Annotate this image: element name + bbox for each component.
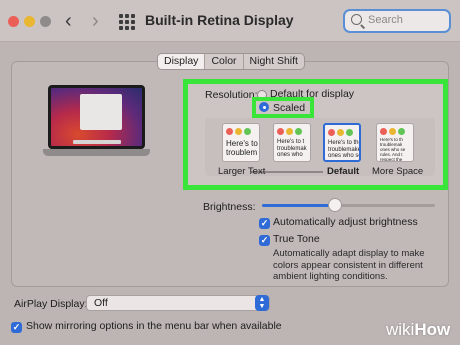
mirroring-checkbox[interactable]: ✓ [11, 322, 22, 333]
search-icon [351, 14, 362, 25]
laptop-window-preview [80, 94, 122, 130]
tab-color[interactable]: Color [204, 54, 242, 69]
title-bar: ‹ › Built-in Retina Display Search [0, 0, 460, 42]
mirroring-label[interactable]: Show mirroring options in the menu bar w… [26, 320, 282, 332]
scale-option-default[interactable]: Here's to the troublemakers ones who see… [323, 123, 361, 162]
scale-option-larger-text[interactable]: Here's to t troublem [222, 123, 260, 162]
search-placeholder: Search [368, 14, 403, 26]
airplay-display-value: Off [94, 297, 108, 309]
true-tone-description: Automatically adapt display to make colo… [273, 248, 425, 282]
brightness-label: Brightness: [203, 201, 256, 213]
scale-label-larger-text: Larger Text [218, 166, 266, 177]
true-tone-label[interactable]: True Tone [273, 233, 320, 245]
true-tone-checkbox[interactable]: ✓ [259, 235, 270, 246]
search-field[interactable]: Search [343, 9, 451, 33]
select-stepper-icon: ▲ ▼ [255, 295, 269, 311]
resolution-label: Resolution: [205, 89, 258, 101]
minimize-window-button[interactable] [24, 16, 35, 27]
window-title: Built-in Retina Display [145, 12, 294, 28]
scaled-label[interactable]: Scaled [273, 102, 305, 114]
window-controls-icon [328, 129, 353, 136]
scale-label-more-space: More Space [372, 166, 424, 177]
scale-preview-text: Here's to t troublemak ones who [277, 139, 307, 158]
scale-option-2[interactable]: Here's to t troublemak ones who [273, 123, 311, 162]
scale-preview-text: Here's to th troublemak ones who se rule… [380, 137, 406, 162]
window-controls-icon [277, 128, 302, 135]
scale-preview-text: Here's to t troublem [226, 139, 258, 157]
scale-preview-text: Here's to the troublemakers ones who see… [328, 140, 361, 160]
grid-icon[interactable] [119, 14, 135, 30]
tab-night-shift[interactable]: Night Shift [242, 54, 304, 69]
chevron-left-icon[interactable]: ‹ [65, 9, 72, 33]
airplay-display-select[interactable]: Off ▲ ▼ [86, 295, 270, 311]
laptop-base [43, 149, 150, 156]
window-controls-icon [380, 128, 405, 135]
wikihow-watermark: wikiHow [386, 320, 451, 339]
zoom-window-button[interactable] [40, 16, 51, 27]
radio-scaled[interactable] [259, 102, 269, 112]
scale-option-more-space[interactable]: Here's to th troublemak ones who se rule… [376, 123, 414, 162]
auto-brightness-label[interactable]: Automatically adjust brightness [273, 216, 418, 228]
brightness-slider-knob[interactable] [327, 198, 342, 212]
close-window-button[interactable] [8, 16, 19, 27]
auto-brightness-checkbox[interactable]: ✓ [259, 218, 270, 229]
tab-bar: Display Color Night Shift [157, 53, 305, 70]
brightness-slider-fill [262, 204, 335, 207]
laptop-illustration [48, 85, 145, 149]
scale-label-default: Default [327, 166, 360, 177]
chevron-right-icon[interactable]: › [92, 9, 99, 33]
window-controls-icon [226, 128, 251, 135]
tab-display[interactable]: Display [158, 54, 205, 69]
laptop-dock [73, 140, 121, 144]
laptop-wallpaper [51, 88, 142, 146]
airplay-display-label: AirPlay Display: [14, 298, 88, 310]
